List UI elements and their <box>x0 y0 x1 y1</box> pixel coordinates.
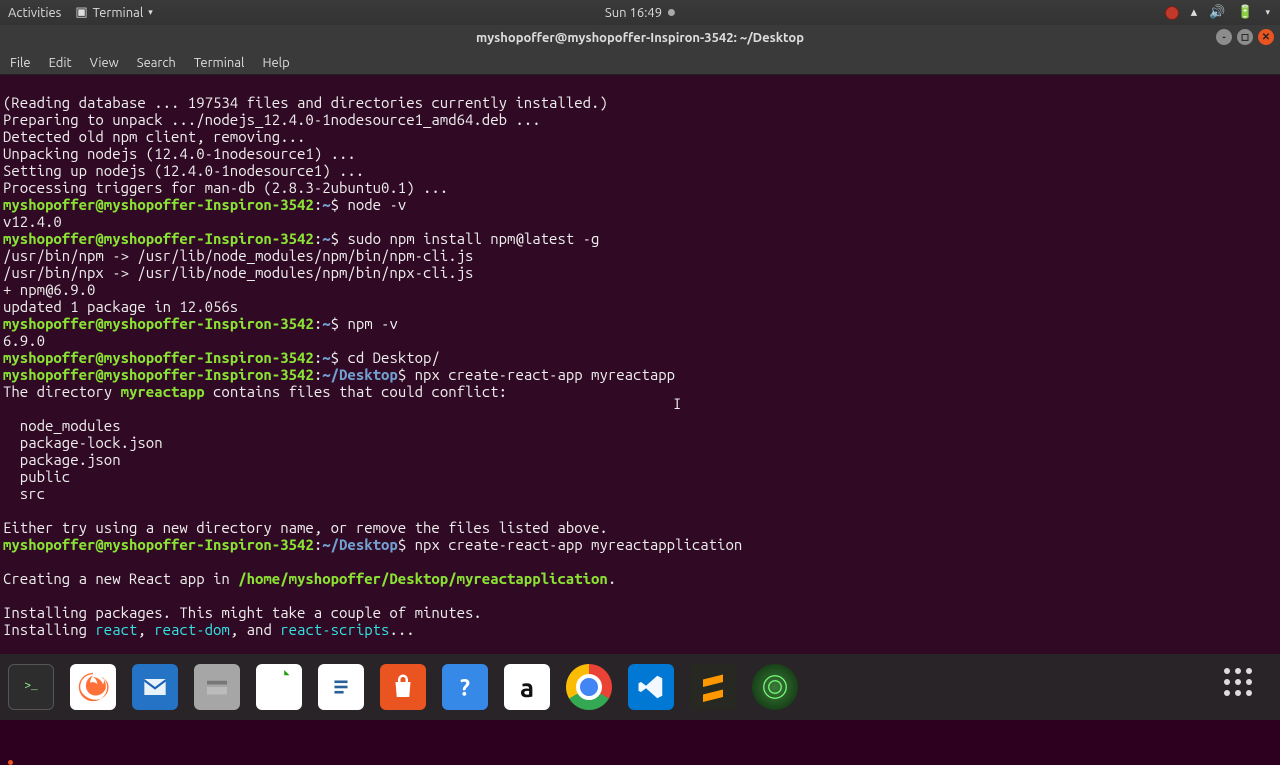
blank-line <box>3 502 11 519</box>
output-line: /usr/bin/npm -> /usr/lib/node_modules/np… <box>3 247 473 264</box>
output-line: Preparing to unpack .../nodejs_12.4.0-1n… <box>3 111 541 128</box>
output-line: /usr/bin/npx -> /usr/lib/node_modules/np… <box>3 264 473 281</box>
terminal-icon: ▣ <box>75 5 87 20</box>
menu-edit[interactable]: Edit <box>49 56 72 70</box>
menu-file[interactable]: File <box>10 56 31 70</box>
window-minimize-button[interactable]: ‑ <box>1216 29 1232 45</box>
menu-help[interactable]: Help <box>262 56 289 70</box>
output-line: Creating a new React app in /home/myshop… <box>3 570 616 587</box>
show-applications-button[interactable] <box>1224 668 1262 706</box>
chevron-down-icon: ▾ <box>148 7 153 18</box>
output-line: The directory myreactapp contains files … <box>3 383 507 400</box>
writer-icon <box>327 670 355 704</box>
dock-thunderbird[interactable] <box>132 664 178 710</box>
terminal-content[interactable]: (Reading database ... 197534 files and d… <box>0 75 1280 654</box>
window-title: myshopoffer@myshopoffer-Inspiron-3542: ~… <box>476 31 804 45</box>
blank-line <box>3 587 11 604</box>
firefox-icon <box>76 670 110 704</box>
notification-dot-icon <box>668 9 675 16</box>
globe-icon <box>760 672 790 702</box>
dock-vscode[interactable] <box>628 664 674 710</box>
dock-amazon[interactable]: a <box>504 664 550 710</box>
menu-terminal[interactable]: Terminal <box>194 56 245 70</box>
file-manager-icon <box>202 672 232 702</box>
vscode-icon <box>636 672 666 702</box>
output-line: package-lock.json <box>3 434 163 451</box>
gnome-top-panel: Activities ▣ Terminal ▾ Sun 16:49 ▴ 🔊 🔋 … <box>0 0 1280 25</box>
prompt-line: myshopoffer@myshopoffer-Inspiron-3542:~$… <box>3 349 440 366</box>
output-line: Unpacking nodejs (12.4.0-1nodesource1) .… <box>3 145 356 162</box>
document-icon <box>265 670 293 704</box>
menu-search[interactable]: Search <box>137 56 176 70</box>
window-titlebar[interactable]: myshopoffer@myshopoffer-Inspiron-3542: ~… <box>0 25 1280 51</box>
battery-icon[interactable]: 🔋 <box>1237 5 1253 20</box>
output-line: public <box>3 468 70 485</box>
output-line: (Reading database ... 197534 files and d… <box>3 94 608 111</box>
output-line: Installing packages. This might take a c… <box>3 604 482 621</box>
help-icon: ? <box>448 670 482 704</box>
dock-files[interactable] <box>194 664 240 710</box>
dock-ubuntu-software[interactable] <box>380 664 426 710</box>
output-line: package.json <box>3 451 121 468</box>
output-line: Either try using a new directory name, o… <box>3 519 608 536</box>
svg-text:?: ? <box>460 676 470 701</box>
sublime-icon <box>700 672 726 702</box>
amazon-icon: a <box>520 673 534 702</box>
output-line: Setting up nodejs (12.4.0-1nodesource1) … <box>3 162 364 179</box>
dock-chrome[interactable] <box>566 664 612 710</box>
output-line: Processing triggers for man-db (2.8.3-2u… <box>3 179 448 196</box>
output-line: updated 1 package in 12.056s <box>3 298 238 315</box>
dock-tor-browser[interactable] <box>752 664 798 710</box>
app-menu[interactable]: ▣ Terminal ▾ <box>75 5 152 20</box>
dock-sublime[interactable] <box>690 664 736 710</box>
dock-libreoffice-writer[interactable] <box>318 664 364 710</box>
shopping-bag-icon <box>388 672 418 702</box>
window-close-button[interactable]: ✕ <box>1258 29 1274 45</box>
prompt-line: myshopoffer@myshopoffer-Inspiron-3542:~$… <box>3 315 398 332</box>
window-maximize-button[interactable]: ◻ <box>1237 29 1253 45</box>
output-line: v12.4.0 <box>3 213 62 230</box>
ubuntu-dock: >_ ? a <box>0 654 1280 720</box>
prompt-line: myshopoffer@myshopoffer-Inspiron-3542:~$… <box>3 196 406 213</box>
system-menu-chevron-icon[interactable]: ▾ <box>1265 7 1270 18</box>
blank-line <box>3 638 11 654</box>
screen-record-icon[interactable] <box>1165 6 1179 20</box>
prompt-line: myshopoffer@myshopoffer-Inspiron-3542:~/… <box>3 536 742 553</box>
prompt-line: myshopoffer@myshopoffer-Inspiron-3542:~/… <box>3 366 675 383</box>
terminal-menubar: File Edit View Search Terminal Help <box>0 51 1280 75</box>
network-icon[interactable]: ▴ <box>1191 5 1198 20</box>
dock-help[interactable]: ? <box>442 664 488 710</box>
prompt-line: myshopoffer@myshopoffer-Inspiron-3542:~$… <box>3 230 599 247</box>
volume-icon[interactable]: 🔊 <box>1209 5 1225 20</box>
output-line: src <box>3 485 45 502</box>
output-line: 6.9.0 <box>3 332 45 349</box>
running-indicator-icon <box>8 760 13 765</box>
output-line: node_modules <box>3 417 121 434</box>
output-line: + npm@6.9.0 <box>3 281 95 298</box>
output-line: Installing react, react-dom, and react-s… <box>3 621 415 638</box>
text-cursor-icon: I <box>673 395 681 412</box>
menu-view[interactable]: View <box>90 56 119 70</box>
clock-label: Sun 16:49 <box>605 6 662 20</box>
blank-line <box>3 400 11 417</box>
thunderbird-icon <box>139 671 171 703</box>
output-line: Detected old npm client, removing... <box>3 128 305 145</box>
blank-line <box>3 553 11 570</box>
dock-firefox[interactable] <box>70 664 116 710</box>
app-menu-label: Terminal <box>93 6 144 20</box>
terminal-window: myshopoffer@myshopoffer-Inspiron-3542: ~… <box>0 25 1280 654</box>
dock-terminal[interactable]: >_ <box>8 664 54 710</box>
clock[interactable]: Sun 16:49 <box>605 6 675 20</box>
dock-libreoffice[interactable] <box>256 664 302 710</box>
activities-button[interactable]: Activities <box>8 6 61 20</box>
